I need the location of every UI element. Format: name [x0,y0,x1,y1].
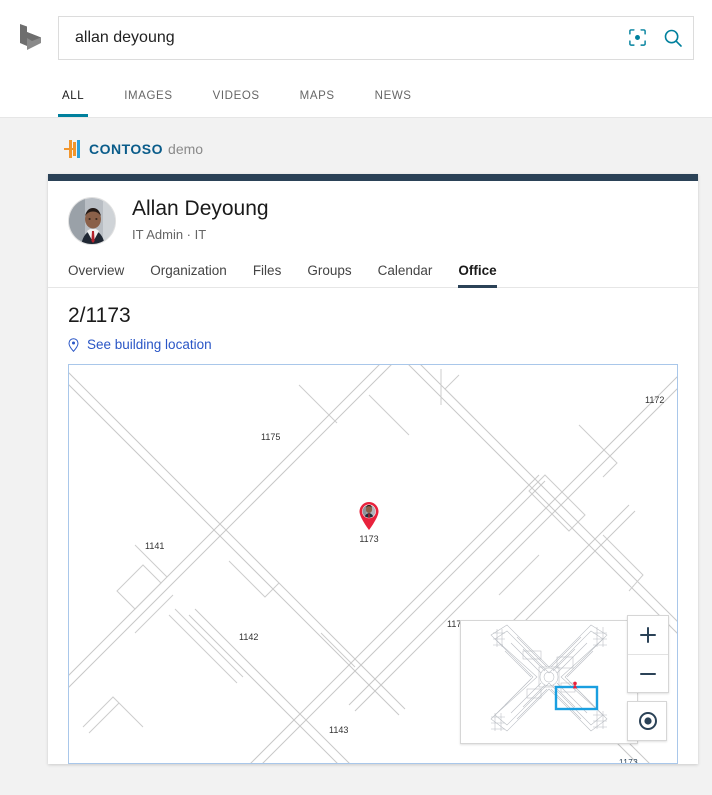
tenant-brand: CONTOSO demo [0,118,712,174]
nav-item-videos[interactable]: VIDEOS [209,75,264,117]
nav-item-label: IMAGES [124,90,173,102]
clipped-room-label: 1173 [619,758,639,764]
tab-overview[interactable]: Overview [68,263,124,287]
zoom-control-group [627,615,669,693]
tab-label: Files [252,263,282,278]
person-title: IT Admin · IT [132,227,207,243]
tab-files[interactable]: Files [253,263,282,287]
map-controls [627,615,669,741]
see-building-location-link[interactable]: See building location [68,337,678,352]
search-header [0,0,712,75]
map-pin-icon [68,337,79,352]
zoom-out-button[interactable] [628,654,668,692]
office-number: 2/1173 [68,304,131,327]
page-title: Allan Deyoung [132,197,269,220]
card-tabs: Overview Organization Files Groups Calen… [48,245,698,288]
tab-organization[interactable]: Organization [150,263,227,287]
nav-item-maps[interactable]: MAPS [296,75,339,117]
tab-groups[interactable]: Groups [307,263,351,287]
tab-label: Groups [307,263,352,278]
tab-calendar[interactable]: Calendar [378,263,433,287]
office-panel: 2/1173 See building location 1172 1175 1… [48,288,698,764]
room-label: 1172 [645,395,665,405]
person-card: Allan Deyoung IT Admin · IT Overview Org… [48,174,698,764]
visual-search-icon[interactable] [628,28,647,47]
bing-logo-icon[interactable] [14,18,48,58]
tab-label: Organization [150,263,227,278]
user-location-pin[interactable]: 1173 [357,501,381,544]
search-input[interactable] [75,28,620,47]
nav-item-label: MAPS [299,90,335,102]
nav-item-label: VIDEOS [212,90,260,102]
person-header: Allan Deyoung IT Admin · IT [48,181,698,245]
search-box[interactable] [58,15,694,60]
locate-button[interactable] [628,702,668,740]
user-location-pin-label: 1173 [359,534,379,544]
room-label: 1141 [145,541,165,551]
nav-item-label: NEWS [374,90,412,102]
tab-office[interactable]: Office [458,263,497,288]
results-content: CONTOSO demo Allan Deyoung IT Admin · IT… [0,118,712,764]
person-identity: Allan Deyoung IT Admin · IT [132,197,269,242]
nav-item-all[interactable]: ALL [58,75,89,117]
search-icon[interactable] [663,28,683,48]
locate-control-group [627,701,667,741]
floor-map[interactable]: 1172 1175 1141 1142 1143 117 1173 1173 [68,364,678,764]
zoom-in-button[interactable] [628,616,668,654]
tab-label: Overview [68,263,125,278]
control-spacer [627,693,669,701]
tab-label: Calendar [377,263,433,278]
locate-icon [639,712,657,730]
floor-overview-minimap[interactable] [460,620,638,744]
tenant-name: CONTOSO [89,141,164,157]
contoso-logo-icon [62,140,82,158]
nav-bar: ALL IMAGES VIDEOS MAPS NEWS [0,75,712,118]
avatar [68,197,116,245]
building-link-label: See building location [87,337,212,352]
card-accent-bar [48,174,698,181]
room-label: 1175 [261,432,281,442]
nav-item-news[interactable]: NEWS [371,75,416,117]
tab-label: Office [458,263,497,278]
room-label: 1142 [239,632,259,642]
nav-item-label: ALL [62,90,85,102]
nav-item-images[interactable]: IMAGES [120,75,176,117]
tenant-suffix: demo [168,141,204,157]
room-label: 1143 [329,725,349,735]
